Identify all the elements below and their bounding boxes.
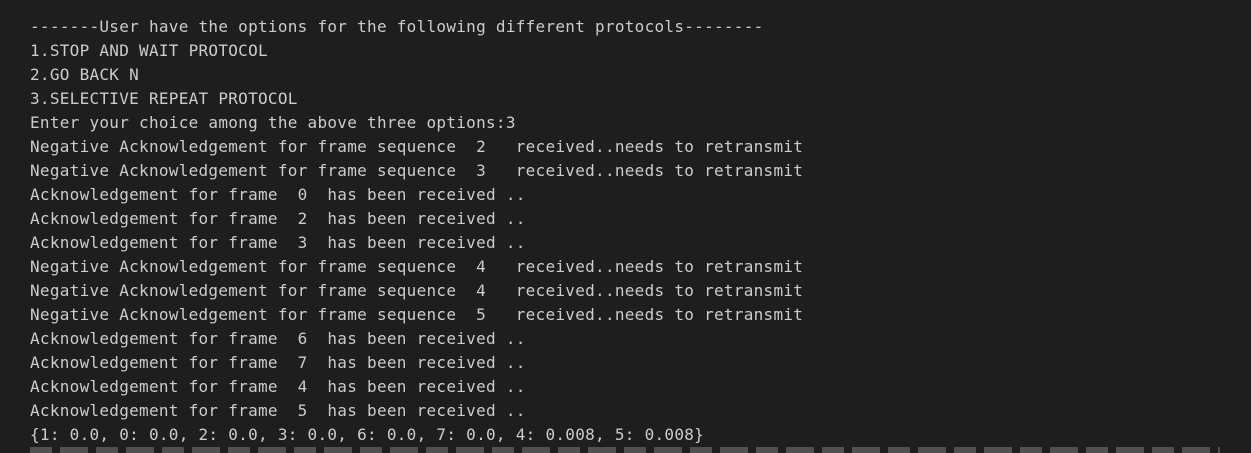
terminal-line: Acknowledgement for frame 5 has been rec… [30,401,526,420]
terminal-line: Negative Acknowledgement for frame seque… [30,257,804,276]
terminal-line: Acknowledgement for frame 4 has been rec… [30,377,526,396]
terminal-line-option-1: 1.STOP AND WAIT PROTOCOL [30,41,268,60]
terminal-line-cut-off [30,447,1220,453]
terminal-line: Negative Acknowledgement for frame seque… [30,281,804,300]
terminal-line: Acknowledgement for frame 2 has been rec… [30,209,526,228]
terminal-line-header: -------User have the options for the fol… [30,17,764,36]
terminal-line: Acknowledgement for frame 7 has been rec… [30,353,526,372]
terminal-line-option-3: 3.SELECTIVE REPEAT PROTOCOL [30,89,298,108]
terminal-panel[interactable]: -------User have the options for the fol… [0,0,1251,453]
terminal-line-option-2: 2.GO BACK N [30,65,140,84]
terminal-line: Acknowledgement for frame 6 has been rec… [30,329,526,348]
terminal-line: Negative Acknowledgement for frame seque… [30,137,804,156]
terminal-line: Acknowledgement for frame 0 has been rec… [30,185,526,204]
terminal-output: -------User have the options for the fol… [30,15,803,447]
terminal-line: Negative Acknowledgement for frame seque… [30,161,804,180]
terminal-line-result-dict: {1: 0.0, 0: 0.0, 2: 0.0, 3: 0.0, 6: 0.0,… [30,425,705,444]
terminal-line-choice-prompt: Enter your choice among the above three … [30,113,516,132]
terminal-line: Negative Acknowledgement for frame seque… [30,305,804,324]
terminal-line: Acknowledgement for frame 3 has been rec… [30,233,526,252]
